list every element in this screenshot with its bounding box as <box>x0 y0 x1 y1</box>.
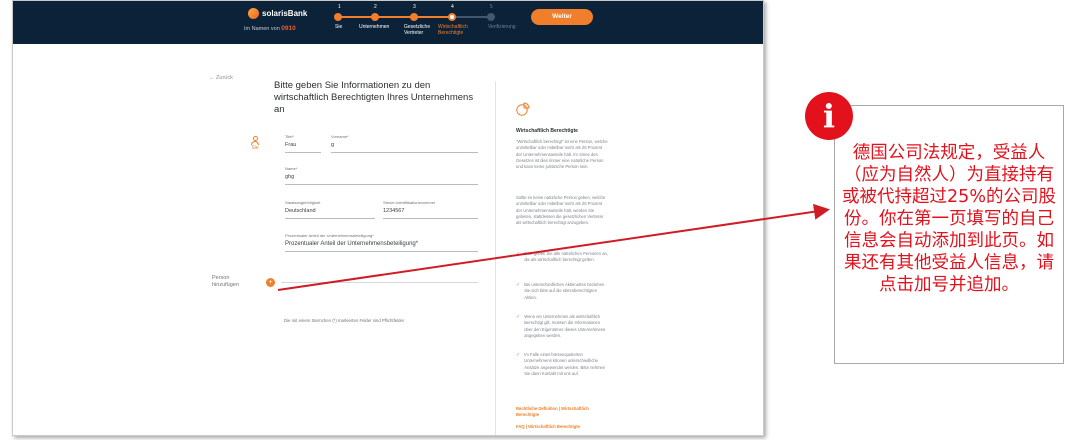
check-text: Im Falle eines börsenquotierten Unterneh… <box>524 352 606 376</box>
title-select[interactable]: Frau <box>285 142 296 148</box>
brand-logo: solarisBank <box>248 8 307 19</box>
brand-name: solarisBank <box>262 9 308 18</box>
firstname-label: Vorname* <box>331 134 349 139</box>
title-underline <box>285 152 321 153</box>
lastname-field[interactable]: ghg <box>285 174 294 180</box>
info-check-item: ✓ Bei unterschiedlichen Aktienarten bezi… <box>516 282 608 301</box>
nationality-underline <box>285 218 375 219</box>
check-text: Bei unterschiedlichen Aktienarten bezieh… <box>524 282 605 300</box>
info-check-item: ✓ Bitte geben Sie alle natürlichen Perso… <box>516 251 608 264</box>
check-text: Wenn ein Unternehmen als wirtschaftlich … <box>524 314 606 338</box>
step-5-dot <box>487 13 495 21</box>
step-4-dot[interactable] <box>448 13 456 21</box>
share-label: Prozentualer Anteil der Unternehmensbete… <box>285 233 374 238</box>
step-2-label[interactable]: Unternehmen <box>359 24 389 30</box>
step-5-number: 5 <box>490 4 493 10</box>
check-icon: ✓ <box>516 251 521 257</box>
top-bar: solarisBank Im Namen von 0910 1 2 3 4 5 … <box>13 1 763 44</box>
step-2-dot[interactable] <box>371 13 379 21</box>
taxid-underline <box>383 218 478 219</box>
taxid-field[interactable]: 1234567 <box>383 208 404 214</box>
progress-line-done <box>337 16 451 18</box>
taxid-label: Steuer-Identifikationsnummer <box>383 200 436 205</box>
info-paragraph-1: "Wirtschaftlich berechtigt" ist eine Per… <box>516 139 608 170</box>
step-1-dot[interactable] <box>334 13 342 21</box>
browser-page: solarisBank Im Namen von 0910 1 2 3 4 5 … <box>12 0 764 436</box>
on-behalf-of: Im Namen von 0910 <box>244 25 296 32</box>
step-5-label: Verifizierung <box>488 24 516 30</box>
share-underline <box>285 251 478 252</box>
back-link[interactable]: ← Zurück <box>209 75 233 81</box>
required-fields-note: Die mit einem Sternchen (*) markierten F… <box>284 318 405 323</box>
info-title: Wirtschaftlich Berechtigte <box>516 128 578 134</box>
nationality-select[interactable]: Deutschland <box>285 208 316 214</box>
add-person-button[interactable]: + <box>266 278 275 287</box>
annotation-text: 德国公司法规定，受益人（应为自然人）为直接持有或被代持超过25%的公司股份。你在… <box>842 143 1056 295</box>
info-check-item: ✓ Im Falle eines börsenquotierten Untern… <box>516 352 608 377</box>
faq-link[interactable]: FAQ | Wirtschaftlich Berechtigte <box>516 424 611 430</box>
pie-chart-icon <box>516 102 530 116</box>
step-2-number: 2 <box>374 4 377 10</box>
page-title: Bitte geben Sie Informationen zu den wir… <box>274 80 474 115</box>
screenshot-with-annotation: solarisBank Im Namen von 0910 1 2 3 4 5 … <box>0 0 1080 440</box>
step-4-label[interactable]: Wirtschaftlich Berechtigte <box>438 24 468 36</box>
solaris-sun-icon <box>248 8 259 19</box>
step-1-number: 1 <box>338 4 341 10</box>
legal-definition-link[interactable]: Rechtliche Definition | Wirtschaftlich B… <box>516 406 611 419</box>
current-person-tab[interactable]: Sie <box>248 136 262 151</box>
info-check-item: ✓ Wenn ein Unternehmen als wirtschaftlic… <box>516 314 608 339</box>
nationality-label: Staatsangehörigkeit <box>285 200 321 205</box>
check-icon: ✓ <box>516 352 521 358</box>
share-field[interactable]: Prozentualer Anteil der Unternehmensbete… <box>285 241 418 247</box>
info-icon: i <box>805 92 853 140</box>
step-4-number: 4 <box>451 4 454 10</box>
add-person-divider <box>281 282 478 283</box>
step-3-number: 3 <box>413 4 416 10</box>
check-icon: ✓ <box>516 282 521 288</box>
lastname-label: Name* <box>285 166 298 171</box>
check-icon: ✓ <box>516 314 521 320</box>
firstname-underline <box>331 152 478 153</box>
step-3-dot[interactable] <box>410 13 418 21</box>
on-behalf-prefix: Im Namen von <box>244 26 280 32</box>
step-1-label[interactable]: Sie <box>335 24 342 30</box>
title-label: Titel* <box>285 134 294 139</box>
next-button[interactable]: Weiter <box>531 9 593 25</box>
on-behalf-name: 0910 <box>281 25 296 32</box>
lastname-underline <box>285 184 478 185</box>
info-paragraph-2: Sollte es keine natürliche Person geben,… <box>516 195 606 226</box>
add-person-label: Person hinzufügen <box>212 275 239 288</box>
check-text: Bitte geben Sie alle natürlichen Persone… <box>524 251 609 263</box>
info-panel-divider <box>495 81 496 435</box>
person-tab-label: Sie <box>251 145 259 151</box>
step-3-label[interactable]: Gesetzliche Vertreter <box>404 24 430 36</box>
firstname-field[interactable]: g <box>331 142 334 148</box>
